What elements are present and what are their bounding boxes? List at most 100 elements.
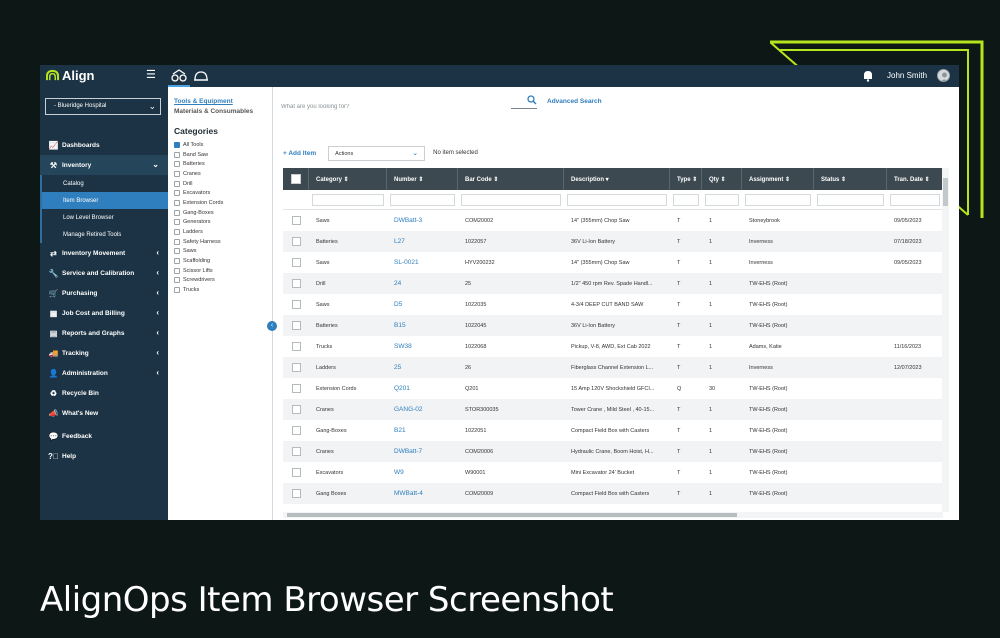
- item-number-link[interactable]: SL-0021: [387, 259, 458, 266]
- column-header[interactable]: Status ⇕: [814, 168, 887, 190]
- avatar[interactable]: [937, 69, 950, 82]
- category-item[interactable]: Trucks: [174, 285, 223, 295]
- row-checkbox[interactable]: [291, 426, 301, 435]
- table-row[interactable]: Batteries B15 1022045 36V Li-Ion Battery T 1 T…: [283, 315, 943, 336]
- row-checkbox[interactable]: [291, 279, 301, 288]
- category-item[interactable]: Excavators: [174, 188, 223, 198]
- table-row[interactable]: Extension Cords Q201 Q201 15 Amp 120V Shock…: [283, 378, 943, 399]
- category-checkbox[interactable]: [174, 161, 180, 168]
- sidebar-item-feedback[interactable]: 💬 Feedback: [40, 426, 168, 446]
- row-checkbox[interactable]: [291, 405, 301, 414]
- item-number-link[interactable]: 24: [387, 280, 458, 287]
- logo[interactable]: Align: [46, 68, 95, 83]
- category-item[interactable]: Safety Harness: [174, 237, 223, 247]
- row-checkbox[interactable]: [291, 489, 301, 498]
- search-input[interactable]: [281, 101, 511, 113]
- category-item[interactable]: Gang-Boxes: [174, 208, 223, 218]
- table-row[interactable]: Batteries L27 1022057 36V Li-Ion Battery T 1 I…: [283, 231, 943, 252]
- category-checkbox[interactable]: [174, 248, 180, 255]
- category-item[interactable]: Saws: [174, 247, 223, 257]
- bell-icon[interactable]: [862, 69, 874, 82]
- item-number-link[interactable]: DWBatt-7: [387, 448, 458, 455]
- sidebar-item-inventory[interactable]: ⚒ Inventory ⌄: [40, 155, 168, 175]
- column-header[interactable]: Category ⇕: [309, 168, 387, 190]
- column-header[interactable]: Description ▾: [564, 168, 670, 190]
- category-item[interactable]: Scissor Lifts: [174, 266, 223, 276]
- category-item[interactable]: Cranes: [174, 169, 223, 179]
- category-checkbox[interactable]: [174, 180, 180, 187]
- category-item[interactable]: All Tools: [174, 140, 223, 150]
- column-filter-input[interactable]: [564, 190, 670, 209]
- item-number-link[interactable]: GANG-02: [387, 406, 458, 413]
- table-row[interactable]: Gang-Boxes B21 1022051 Compact Field Box wi…: [283, 420, 943, 441]
- category-item[interactable]: Drill: [174, 179, 223, 189]
- actions-dropdown[interactable]: Actions ⌄: [328, 145, 426, 161]
- column-header[interactable]: Number ⇕: [387, 168, 458, 190]
- sidebar-item-dashboards[interactable]: 📈 Dashboards: [40, 135, 168, 155]
- sidebar-item-recycle-bin[interactable]: ♻ Recycle Bin: [40, 383, 168, 403]
- horizontal-scrollbar[interactable]: [283, 512, 943, 518]
- item-number-link[interactable]: L27: [387, 238, 458, 245]
- sidebar-item-whats-new[interactable]: 📣 What's New: [40, 403, 168, 423]
- column-header[interactable]: Assignment ⇕: [742, 168, 814, 190]
- sidebar-item-item-browser[interactable]: Item Browser: [40, 192, 168, 209]
- category-item[interactable]: Screwdrivers: [174, 276, 223, 286]
- category-checkbox[interactable]: [174, 190, 180, 197]
- location-select[interactable]: - Blueridge Hospital ⌄: [45, 98, 161, 115]
- row-checkbox[interactable]: [291, 237, 301, 246]
- sidebar-item-service-calibration[interactable]: 🔧 Service and Calibration ‹: [40, 263, 168, 283]
- row-checkbox[interactable]: [291, 321, 301, 330]
- category-checkbox[interactable]: [174, 141, 180, 148]
- column-header[interactable]: Bar Code ⇕: [458, 168, 564, 190]
- table-row[interactable]: Drill 24 25 1/2" 450 rpm Rev. Spade Handl..…: [283, 273, 943, 294]
- item-number-link[interactable]: DWBatt-3: [387, 217, 458, 224]
- select-all-checkbox[interactable]: [290, 174, 301, 184]
- table-row[interactable]: Saws SL-0021 HYV200232 14" (355mm) Chop Saw…: [283, 252, 943, 273]
- column-filter-input[interactable]: [309, 190, 387, 209]
- safety-helmet-icon[interactable]: [190, 65, 212, 87]
- category-checkbox[interactable]: [174, 170, 180, 177]
- column-filter-input[interactable]: [387, 190, 458, 209]
- add-item-button[interactable]: + Add Item: [283, 150, 316, 157]
- item-number-link[interactable]: B21: [387, 427, 458, 434]
- category-item[interactable]: Scaffolding: [174, 256, 223, 266]
- column-filter-input[interactable]: [814, 190, 887, 209]
- tools-module-icon[interactable]: [168, 65, 190, 87]
- column-filter-input[interactable]: [702, 190, 742, 209]
- table-row[interactable]: Cranes GANG-02 STOR300035 Tower Crane , Mil…: [283, 399, 943, 420]
- category-checkbox[interactable]: [174, 199, 180, 206]
- item-number-link[interactable]: D5: [387, 301, 458, 308]
- category-checkbox[interactable]: [174, 238, 180, 245]
- sidebar-item-administration[interactable]: 👤 Administration ‹: [40, 363, 168, 383]
- row-checkbox[interactable]: [291, 447, 301, 456]
- user-name[interactable]: John Smith: [887, 71, 927, 80]
- item-number-link[interactable]: Q201: [387, 385, 458, 392]
- item-number-link[interactable]: SW38: [387, 343, 458, 350]
- category-checkbox[interactable]: [174, 219, 180, 226]
- sidebar-item-reports-graphs[interactable]: ▤ Reports and Graphs ‹: [40, 323, 168, 343]
- sidebar-item-purchasing[interactable]: 🛒 Purchasing ‹: [40, 283, 168, 303]
- category-item[interactable]: Ladders: [174, 227, 223, 237]
- menu-toggle-icon[interactable]: ☰: [146, 68, 156, 81]
- column-filter-input[interactable]: [670, 190, 702, 209]
- table-row[interactable]: Ladders 25 26 Fiberglass Channel Extension …: [283, 357, 943, 378]
- sidebar-item-tracking[interactable]: 🚚 Tracking ‹: [40, 343, 168, 363]
- row-checkbox[interactable]: [291, 216, 301, 225]
- tab-materials-consumables[interactable]: Materials & Consumables: [174, 108, 253, 115]
- column-header[interactable]: Qty ⇕: [702, 168, 742, 190]
- search-icon[interactable]: [527, 95, 537, 105]
- advanced-search-link[interactable]: Advanced Search: [547, 98, 602, 105]
- column-filter-input[interactable]: [887, 190, 943, 209]
- category-checkbox[interactable]: [174, 151, 180, 158]
- tab-tools-equipment[interactable]: Tools & Equipment: [174, 98, 253, 105]
- table-row[interactable]: Cranes DWBatt-7 COM20006 Hydraulic Crane, B…: [283, 441, 943, 462]
- row-checkbox[interactable]: [291, 468, 301, 477]
- category-checkbox[interactable]: [174, 267, 180, 274]
- column-header[interactable]: Type ⇕: [670, 168, 702, 190]
- item-number-link[interactable]: MWBatt-4: [387, 490, 458, 497]
- table-row[interactable]: Gang Boxes MWBatt-4 COM20009 Compact Field …: [283, 483, 943, 504]
- row-checkbox[interactable]: [291, 258, 301, 267]
- row-checkbox[interactable]: [291, 363, 301, 372]
- collapse-panel-icon[interactable]: ‹: [267, 321, 277, 331]
- sidebar-item-manage-retired-tools[interactable]: Manage Retired Tools: [40, 226, 168, 243]
